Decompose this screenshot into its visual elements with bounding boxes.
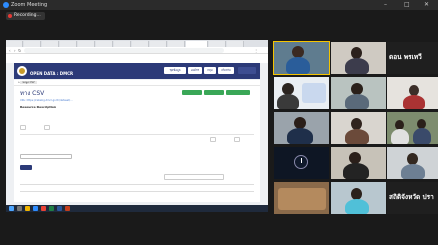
participant-tile[interactable]	[387, 147, 438, 179]
participant-tile[interactable]	[274, 77, 329, 109]
recording-label: Recording...	[14, 13, 41, 18]
participant-tile[interactable]	[331, 112, 386, 144]
participant-tile[interactable]: ดอน พรเทวี	[387, 42, 438, 74]
nav-button-organizations[interactable]: องค์กร	[188, 67, 202, 74]
participant-video	[277, 94, 299, 109]
recording-indicator[interactable]: Recording...	[6, 12, 45, 20]
nav-button-datasets[interactable]: ชุดข้อมูล	[164, 67, 186, 74]
participant-tile[interactable]	[331, 42, 386, 74]
participant-video	[391, 129, 409, 144]
participant-tile[interactable]	[331, 147, 386, 179]
select-field[interactable]	[20, 154, 72, 159]
word-icon[interactable]	[57, 206, 62, 211]
site-logo[interactable]	[17, 66, 27, 76]
menu-icon[interactable]: ⋮	[254, 48, 258, 53]
table-search-input[interactable]	[164, 174, 224, 180]
nav-button-groups[interactable]: กลุ่ม	[204, 67, 216, 74]
participant-tile[interactable]	[331, 182, 386, 214]
site-subtitle: OPEN DATA : DMCR	[30, 71, 74, 76]
resource-panel: ทาง CSV URL: https://catalog.dmcr.go.th/…	[14, 86, 260, 202]
start-icon[interactable]	[9, 206, 14, 211]
resource-url[interactable]: URL: https://catalog.dmcr.go.th/dataset/…	[20, 99, 256, 102]
participant-name-display: ดอน พรเทวี	[389, 53, 422, 61]
participant-tile[interactable]	[273, 41, 330, 75]
participant-tile[interactable]	[387, 77, 438, 109]
section-title: Resource Description	[20, 105, 57, 109]
zoom-app-icon[interactable]	[33, 206, 38, 211]
participant-video	[413, 128, 431, 144]
participant-tile[interactable]	[274, 182, 329, 214]
address-bar: ‹ › ↻ ⋮	[6, 47, 268, 54]
site-header: OPEN DATA : DMCR ชุดข้อมูล องค์กร กลุ่ม …	[14, 63, 260, 79]
back-icon[interactable]: ‹	[9, 48, 11, 53]
resource-action-button[interactable]	[182, 90, 202, 95]
resource-title: ทาง CSV	[20, 90, 45, 97]
maximize-icon[interactable]: □	[404, 0, 410, 10]
folder-icon[interactable]	[25, 206, 30, 211]
window-title: Zoom Meeting	[11, 2, 48, 8]
participant-video	[345, 199, 369, 214]
participant-tile[interactable]	[274, 147, 329, 179]
view-button[interactable]	[210, 137, 216, 142]
shared-screen: ‹ › ↻ ⋮ OPEN DATA : DMCR ชุดข้อมูล องค์ก…	[6, 40, 268, 212]
table-header	[20, 184, 254, 192]
participant-video	[345, 58, 369, 74]
participant-video	[345, 94, 369, 109]
divider	[20, 134, 254, 135]
participant-name-display: สถิติจังหวัด ปรา	[389, 193, 434, 201]
filter-pill[interactable]	[20, 125, 26, 130]
web-page: OPEN DATA : DMCR ชุดข้อมูล องค์กร กลุ่ม …	[6, 59, 268, 205]
participant-video	[343, 163, 369, 179]
search-icon[interactable]	[17, 206, 22, 211]
reload-icon[interactable]: ↻	[18, 48, 21, 53]
participant-tile[interactable]	[274, 112, 329, 144]
forward-icon[interactable]: ›	[14, 48, 16, 53]
participant-video	[278, 188, 326, 210]
zoom-title-bar: Zoom Meeting – □ ✕	[0, 0, 438, 10]
chrome-icon[interactable]	[41, 206, 46, 211]
zoom-logo-icon	[3, 2, 9, 8]
view-button[interactable]	[234, 137, 240, 142]
site-search-input[interactable]	[238, 67, 256, 74]
participant-tile[interactable]: สถิติจังหวัด ปรา	[387, 182, 438, 214]
resource-action-button[interactable]	[204, 90, 224, 95]
table-button[interactable]	[20, 165, 32, 170]
zoom-window: Zoom Meeting – □ ✕ Recording... ‹ › ↻ ⋮ …	[0, 0, 438, 245]
participant-video	[345, 129, 369, 144]
participant-video	[286, 57, 310, 74]
powerpoint-icon[interactable]	[65, 206, 70, 211]
clock-icon	[294, 155, 308, 169]
participant-tile[interactable]	[331, 77, 386, 109]
browser-tab-strip	[6, 40, 268, 47]
record-dot-icon	[8, 14, 12, 18]
participant-video	[287, 128, 313, 144]
filter-pill[interactable]	[44, 125, 50, 130]
participant-tile[interactable]	[387, 112, 438, 144]
url-field[interactable]	[24, 48, 224, 53]
org-logo	[302, 83, 326, 103]
participant-video	[401, 164, 425, 179]
nav-button-about[interactable]: เกี่ยวกับ	[218, 67, 234, 74]
participant-video	[403, 95, 425, 109]
taskbar	[6, 205, 268, 212]
close-icon[interactable]: ✕	[424, 0, 429, 10]
minimize-icon[interactable]: –	[384, 0, 387, 10]
download-button[interactable]	[226, 90, 250, 95]
excel-icon[interactable]	[49, 206, 54, 211]
breadcrumb-current: ขอมูล CSV	[20, 81, 37, 84]
